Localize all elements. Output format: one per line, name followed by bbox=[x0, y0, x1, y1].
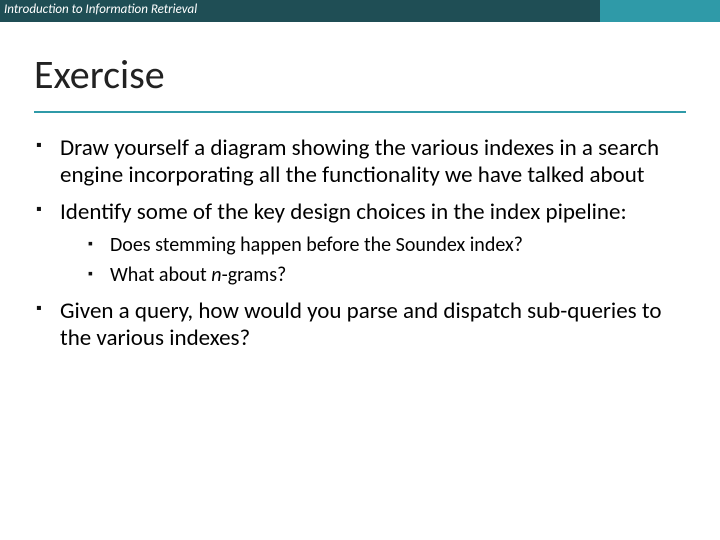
sub-bullet-text: Does stemming happen before the Soundex … bbox=[110, 233, 523, 257]
sub-bullet-item: What about n-grams? bbox=[86, 264, 686, 288]
course-title: Introduction to Information Retrieval bbox=[4, 2, 197, 17]
sub-bullet-item: Does stemming happen before the Soundex … bbox=[86, 234, 686, 258]
bullet-text: Given a query, how would you parse and d… bbox=[60, 297, 661, 352]
bullet-text: Identify some of the key design choices … bbox=[60, 198, 627, 226]
bullet-list: Draw yourself a diagram showing the vari… bbox=[34, 135, 686, 352]
bullet-item: Draw yourself a diagram showing the vari… bbox=[34, 135, 686, 189]
bullet-item: Given a query, how would you parse and d… bbox=[34, 298, 686, 352]
title-wrap: Exercise bbox=[0, 22, 720, 105]
content: Draw yourself a diagram showing the vari… bbox=[0, 113, 720, 352]
bullet-item: Identify some of the key design choices … bbox=[34, 199, 686, 287]
slide: Introduction to Information Retrieval Ex… bbox=[0, 0, 720, 540]
header-bar: Introduction to Information Retrieval bbox=[0, 0, 720, 22]
sub-bullet-text-em: n bbox=[211, 263, 221, 287]
sub-bullet-text-post: -grams? bbox=[222, 263, 287, 287]
sub-bullet-text-pre: What about bbox=[110, 263, 211, 287]
sub-bullet-list: Does stemming happen before the Soundex … bbox=[86, 234, 686, 287]
header-accent bbox=[600, 0, 720, 22]
slide-title: Exercise bbox=[34, 50, 686, 99]
bullet-text: Draw yourself a diagram showing the vari… bbox=[60, 134, 659, 189]
